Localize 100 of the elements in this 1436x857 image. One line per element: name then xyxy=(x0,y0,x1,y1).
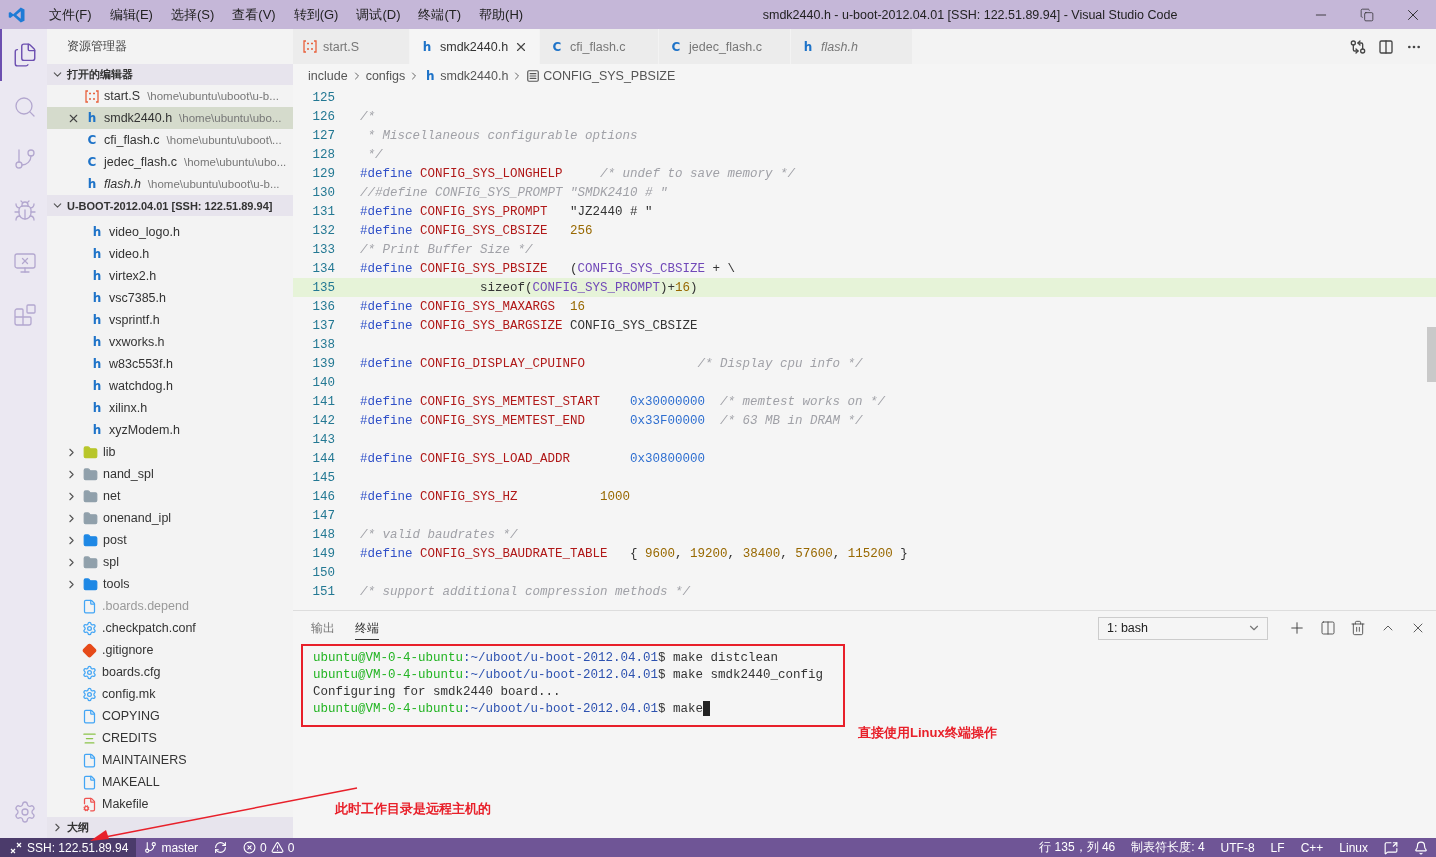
compare-icon[interactable] xyxy=(1350,38,1366,55)
file-name[interactable]: .gitignore xyxy=(102,643,154,657)
status-item[interactable]: 制表符长度: 4 xyxy=(1123,839,1213,856)
line-number: 135 xyxy=(311,280,335,295)
folder-icon xyxy=(83,554,98,570)
file-type-icon: h xyxy=(90,291,104,305)
folder-name[interactable]: onenand_ipl xyxy=(103,511,172,525)
file-name[interactable]: xyzModem.h xyxy=(109,423,180,437)
tab-label[interactable]: start.S xyxy=(323,39,360,54)
scrollbar-thumb[interactable] xyxy=(1427,327,1436,382)
menu-item[interactable]: 终端(T) xyxy=(409,5,471,24)
menu-item[interactable]: 查看(V) xyxy=(223,5,285,24)
panel-tab[interactable]: 输出 xyxy=(311,616,335,640)
file-name[interactable]: MAINTAINERS xyxy=(102,753,187,767)
file-name[interactable]: config.mk xyxy=(102,687,156,701)
remote-icon[interactable] xyxy=(10,841,22,854)
line-number: 130 xyxy=(311,185,335,200)
file-name[interactable]: CREDITS xyxy=(102,731,157,745)
folder-name[interactable]: post xyxy=(103,533,127,547)
branch-name[interactable]: master xyxy=(161,840,199,855)
menu-item[interactable]: 选择(S) xyxy=(161,5,224,24)
feedback-icon[interactable] xyxy=(1384,840,1398,855)
line-number: 129 xyxy=(311,166,335,181)
breadcrumb-item[interactable]: smdk2440.h xyxy=(440,68,509,83)
annotation-text: 此时工作目录是远程主机的 xyxy=(335,800,491,818)
warning-count[interactable]: 0 xyxy=(287,840,295,855)
file-path: \home\ubuntu\uboot\u-b... xyxy=(147,90,279,102)
split-icon[interactable] xyxy=(1320,620,1336,636)
file-type-icon: h xyxy=(90,313,104,327)
remote-indicator[interactable]: SSH: 122.51.89.94 xyxy=(0,838,137,857)
editor-tab[interactable]: start.S xyxy=(293,29,410,64)
branch-icon[interactable] xyxy=(144,841,158,854)
file-name[interactable]: COPYING xyxy=(102,709,160,723)
file-icon xyxy=(82,598,97,614)
error-icon[interactable] xyxy=(243,841,257,854)
split-editor-icon[interactable] xyxy=(1378,38,1394,55)
section-title[interactable]: 大纲 xyxy=(67,820,89,835)
file-name[interactable]: MAKEALL xyxy=(102,775,160,789)
app-logo-icon xyxy=(8,5,26,24)
file-name[interactable]: xilinx.h xyxy=(109,401,148,415)
folder-name[interactable]: tools xyxy=(103,577,130,591)
open-editor-item[interactable]: start.S \home\ubuntu\uboot\u-b... xyxy=(47,85,293,107)
status-item[interactable]: UTF-8 xyxy=(1212,840,1263,855)
error-count[interactable]: 0 xyxy=(260,840,267,855)
trash-icon[interactable] xyxy=(1350,620,1366,636)
breadcrumb-item[interactable]: configs xyxy=(365,68,406,83)
file-name[interactable]: vxworks.h xyxy=(109,335,165,349)
file-type-icon: h xyxy=(85,111,99,125)
panel-tab[interactable]: 终端 xyxy=(355,616,379,640)
file-type-icon: h xyxy=(90,401,104,415)
status-item[interactable]: Linux xyxy=(1331,840,1376,855)
file-name[interactable]: vsprintf.h xyxy=(109,313,160,327)
terminal-select[interactable]: 1: bash xyxy=(1098,616,1268,640)
status-item[interactable]: C++ xyxy=(1292,840,1332,855)
file-type-icon: h xyxy=(90,335,104,349)
section-title[interactable]: 打开的编辑器 xyxy=(67,67,133,82)
menu-item[interactable]: 帮助(H) xyxy=(470,5,533,24)
open-editor-item[interactable]: C cfi_flash.c \home\ubuntu\uboot\... xyxy=(47,129,293,151)
tab-label[interactable]: smdk2440.h xyxy=(440,39,509,54)
open-editor-item[interactable]: h smdk2440.h \home\ubuntu\ubo... xyxy=(47,107,293,129)
sync-icon[interactable] xyxy=(214,841,228,854)
warning-icon[interactable] xyxy=(270,841,284,854)
bell-icon[interactable] xyxy=(1414,840,1428,855)
file-name[interactable]: vsc7385.h xyxy=(109,291,166,305)
remote-host[interactable]: SSH: 122.51.89.94 xyxy=(27,840,129,855)
file-name[interactable]: .checkpatch.conf xyxy=(102,621,196,635)
file-name[interactable]: boards.cfg xyxy=(102,665,161,679)
status-item[interactable]: LF xyxy=(1262,840,1293,855)
restore-icon[interactable] xyxy=(1360,7,1374,22)
folder-name[interactable]: lib xyxy=(103,445,116,459)
menu-item[interactable]: 调试(D) xyxy=(347,5,410,24)
line-number: 137 xyxy=(311,318,335,333)
file-name: jedec_flash.c xyxy=(104,155,177,169)
tab-label[interactable]: flash.h xyxy=(821,39,858,54)
menu-item[interactable]: 文件(F) xyxy=(40,5,101,24)
breadcrumb-item[interactable]: include xyxy=(308,68,348,83)
file-name[interactable]: virtex2.h xyxy=(109,269,157,283)
menu-item[interactable]: 编辑(E) xyxy=(100,5,162,24)
folder-name[interactable]: net xyxy=(103,489,121,503)
folder-name[interactable]: spl xyxy=(103,555,119,569)
status-item[interactable]: 行 135，列 46 xyxy=(1031,839,1124,856)
tab-label[interactable]: cfi_flash.c xyxy=(570,39,626,54)
open-editor-item[interactable]: C jedec_flash.c \home\ubuntu\ubo... xyxy=(47,151,293,173)
editor-tab[interactable]: C cfi_flash.c xyxy=(540,29,659,64)
file-name[interactable]: watchdog.h xyxy=(109,379,173,393)
code-line: #define CONFIG_SYS_LOAD_ADDR 0x30800000 xyxy=(360,451,706,466)
folder-name[interactable]: nand_spl xyxy=(103,467,154,481)
file-name[interactable]: video.h xyxy=(109,247,150,261)
binary-file-icon xyxy=(85,89,99,103)
open-editor-item[interactable]: h flash.h \home\ubuntu\uboot\u-b... xyxy=(47,173,293,195)
file-name[interactable]: Makefile xyxy=(102,797,149,811)
editor-tab[interactable]: C jedec_flash.c xyxy=(659,29,791,64)
tab-label[interactable]: jedec_flash.c xyxy=(689,39,762,54)
editor-tab[interactable]: h flash.h xyxy=(791,29,913,64)
file-name[interactable]: w83c553f.h xyxy=(109,357,173,371)
breadcrumb-item[interactable]: CONFIG_SYS_PBSIZE xyxy=(543,68,676,83)
file-name[interactable]: video_logo.h xyxy=(109,225,180,239)
menu-item[interactable]: 转到(G) xyxy=(284,5,348,24)
code-line: #define CONFIG_SYS_HZ 1000 xyxy=(360,489,631,504)
line-number: 144 xyxy=(311,451,335,466)
